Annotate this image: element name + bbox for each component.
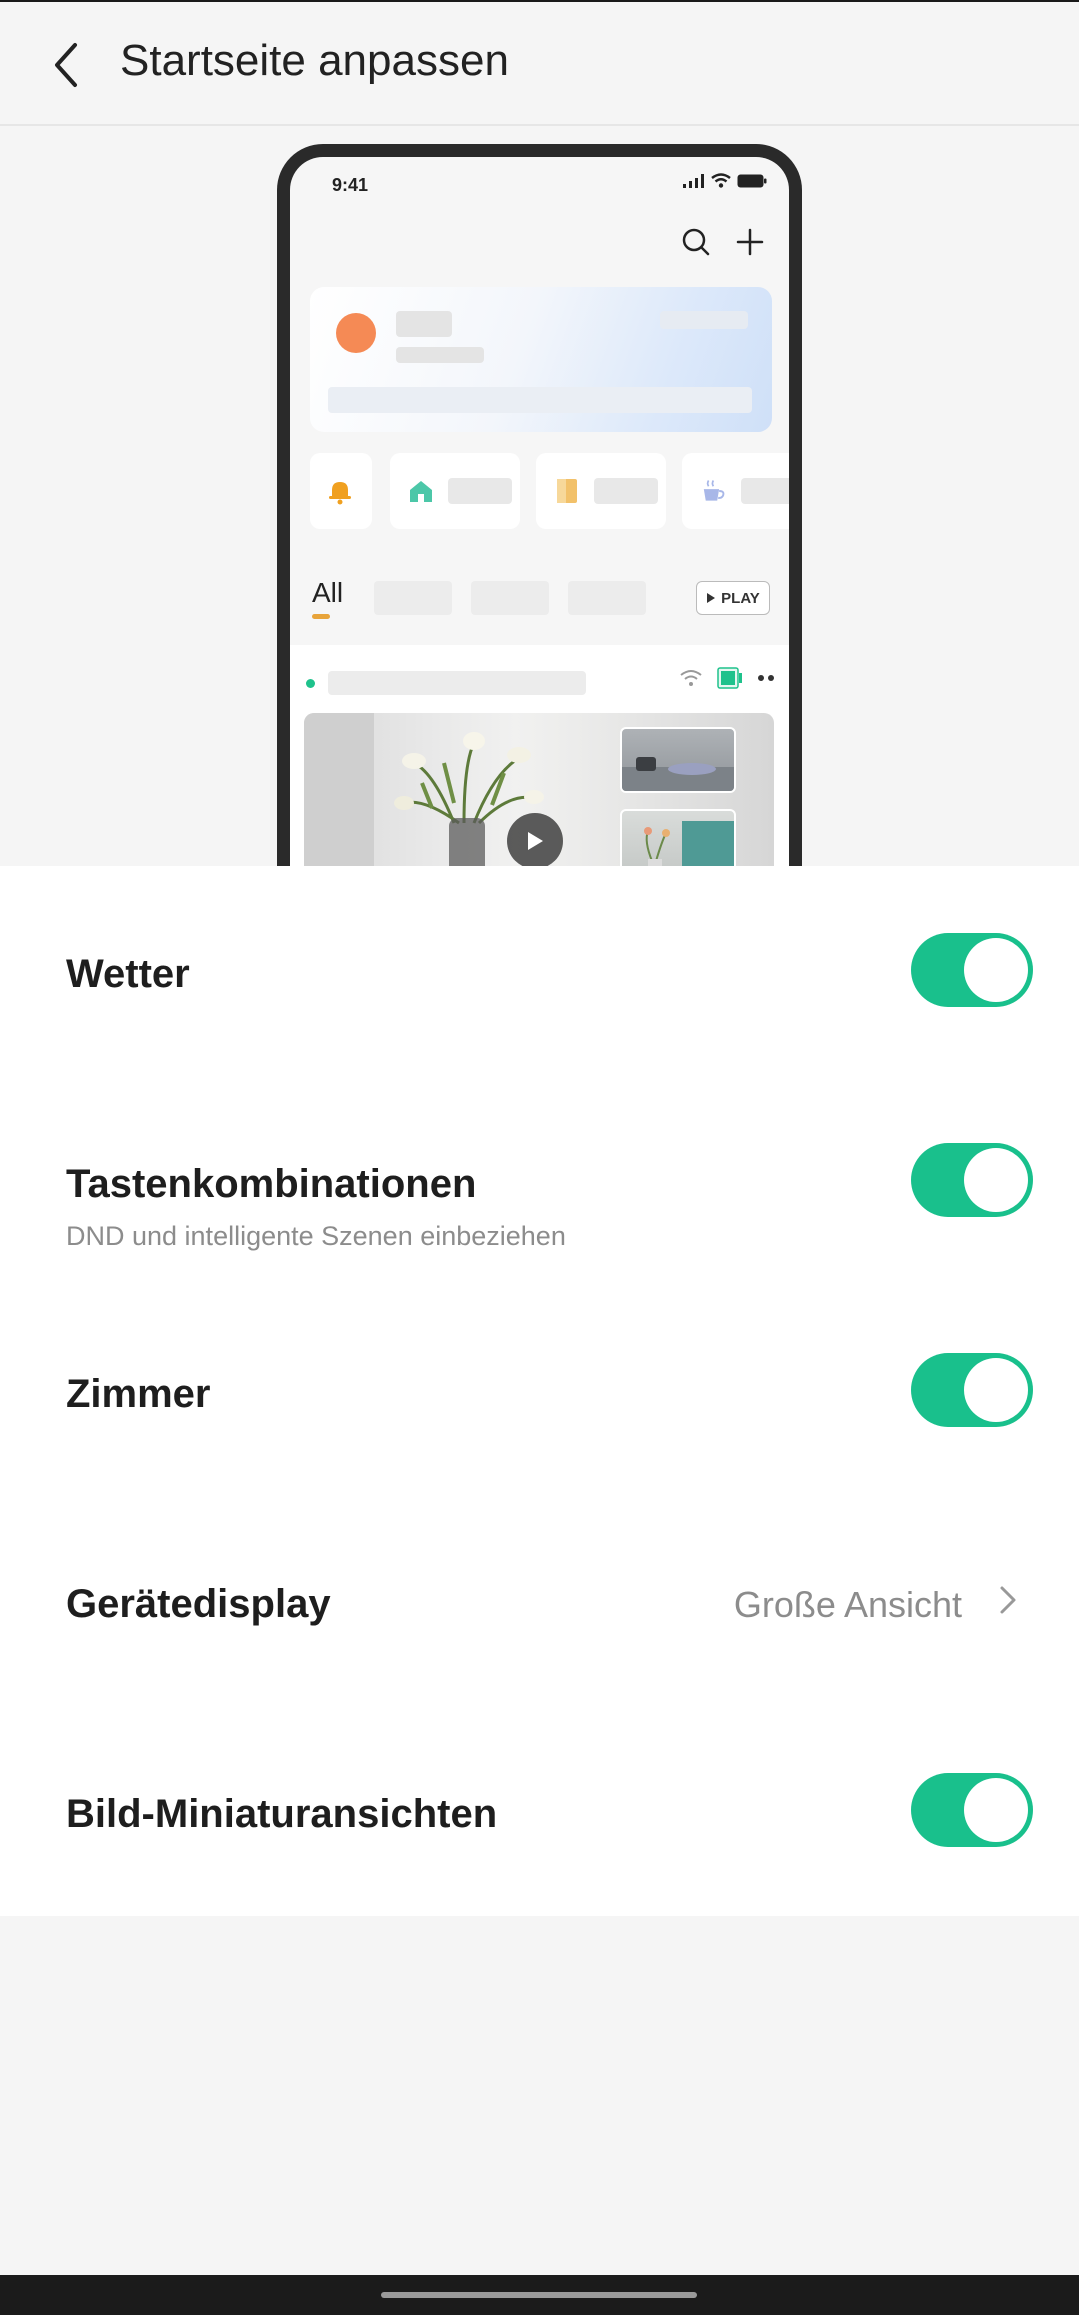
setting-label: Gerätedisplay [66,1582,331,1626]
app-header: Startseite anpassen [0,2,1079,126]
placeholder-bar [660,311,748,329]
placeholder-bar [594,478,658,504]
cup-photo [622,757,734,791]
settings-list: Wetter Tastenkombinationen DND und intel… [0,866,1079,1916]
homepage-preview: 9:41 All PLAY [0,128,1079,866]
tab-underline [312,614,330,619]
back-button[interactable] [36,30,96,100]
preview-shortcut [310,453,372,529]
cup-icon [703,480,725,501]
weather-toggle[interactable] [911,933,1033,1007]
placeholder-tab [374,581,452,615]
placeholder-tab [568,581,646,615]
wifi-icon [680,670,702,686]
rooms-toggle[interactable] [911,1353,1033,1427]
placeholder-bar [448,478,512,504]
online-dot [306,679,315,688]
setting-row-device-display[interactable]: Gerätedisplay Große Ansicht [0,1496,1079,1706]
thumbnail-image [620,727,736,793]
more-icon [758,675,774,681]
preview-shortcut [536,453,666,529]
toggle-knob [964,1358,1028,1422]
wifi-icon [711,173,731,188]
search-icon [682,228,710,256]
preview-status-icons [683,173,767,188]
home-indicator[interactable] [381,2292,697,2298]
toggle-knob [964,1778,1028,1842]
thumbnail-image [620,809,736,866]
preview-play-label: PLAY [721,589,760,607]
setting-row-image-thumbnails[interactable]: Bild-Miniaturansichten [0,1706,1079,1916]
play-icon [528,832,543,850]
shortcuts-toggle[interactable] [911,1143,1033,1217]
preview-camera-image [304,713,774,866]
placeholder-bar [396,311,452,337]
preview-play-chip: PLAY [696,581,770,615]
preview-toolbar [681,227,765,257]
preview-weather-card [310,287,772,432]
bell-icon [329,482,351,505]
system-navigation-bar [0,2275,1079,2315]
room-photo [644,821,734,866]
setting-label: Tastenkombinationen [66,1162,477,1206]
chevron-right-icon [993,1580,1023,1620]
play-button-overlay [507,813,563,866]
placeholder-bar [396,347,484,363]
camera-icon [717,667,742,689]
door-icon [557,479,577,503]
setting-sublabel: DND und intelligente Szenen einbeziehen [66,1221,566,1251]
setting-row-shortcuts[interactable]: Tastenkombinationen DND und intelligente… [0,1076,1079,1286]
setting-label: Wetter [66,952,190,996]
preview-time: 9:41 [332,175,369,195]
device-display-value: Große Ansicht [733,1584,962,1625]
play-icon [707,593,716,603]
toggle-knob [964,938,1028,1002]
setting-label: Bild-Miniaturansichten [66,1792,498,1836]
placeholder-bar [328,387,752,413]
preview-device-card [290,645,789,866]
preview-shortcut [390,453,520,529]
battery-icon [737,174,767,187]
placeholder-bar [328,671,586,695]
signal-icon [683,173,704,188]
chevron-left-icon [55,43,77,87]
placeholder-tab [471,581,549,615]
page-title: Startseite anpassen [120,36,509,85]
preview-tab-all: All [312,577,344,608]
phone-mockup: 9:41 All PLAY [277,144,802,866]
device-status-icons [679,667,775,689]
home-icon [410,481,432,502]
preview-avatar [336,313,376,353]
setting-label: Zimmer [66,1372,211,1416]
thumbnails-toggle[interactable] [911,1773,1033,1847]
toggle-knob [964,1148,1028,1212]
setting-row-rooms[interactable]: Zimmer [0,1286,1079,1496]
preview-shortcut [682,453,789,529]
placeholder-bar [740,478,789,504]
setting-row-weather[interactable]: Wetter [0,866,1079,1076]
plus-icon [736,228,764,256]
